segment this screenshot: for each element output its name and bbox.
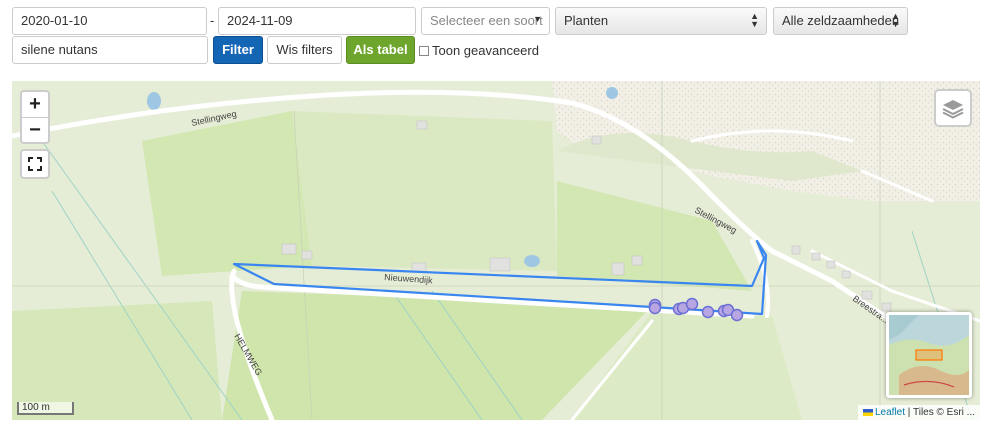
group-select[interactable]: Planten ▲ ▼ [555,7,767,35]
clear-filters-button[interactable]: Wis filters [267,36,342,64]
sort-arrows-icon: ▲ ▼ [750,11,759,29]
minimap-tiles [889,315,969,395]
scale-bar: 100 m [17,402,74,415]
minimap[interactable] [886,312,972,398]
map-attribution: Leaflet | Tiles © Esri ... [857,405,980,420]
advanced-toggle[interactable]: Toon geavanceerd [419,43,539,58]
advanced-label: Toon geavanceerd [432,43,539,58]
layers-button[interactable] [934,89,972,127]
table-view-button[interactable]: Als tabel [346,36,415,64]
date-to-input[interactable]: 2024-11-09 [218,7,416,35]
observation-marker[interactable] [730,308,744,322]
map-tiles: Stellingweg Stellingweg Nieuwendijk HELM… [12,81,980,420]
observation-marker[interactable] [648,301,662,315]
fullscreen-button[interactable] [20,149,50,179]
zoom-in-button[interactable]: + [22,92,48,117]
rarity-select-value: Alle zeldzaamheden [782,13,900,28]
advanced-checkbox[interactable] [419,45,429,56]
leaflet-link[interactable]: Leaflet [875,407,905,418]
species-select-placeholder: Selecteer een soort [430,13,543,28]
zoom-control: + − [20,90,50,144]
observation-marker[interactable] [701,305,715,319]
group-select-value: Planten [564,13,609,28]
observation-marker[interactable] [685,297,699,311]
tiles-attribution: | Tiles © Esri ... [907,407,975,418]
date-separator: - [210,13,215,28]
date-from-input[interactable]: 2020-01-10 [12,7,207,35]
species-select[interactable]: Selecteer een soort ▼ [421,7,550,35]
layers-icon [942,100,964,119]
filter-button[interactable]: Filter [213,36,263,64]
zoom-out-button[interactable]: − [22,117,48,142]
ukraine-flag-icon [862,409,873,416]
map-view[interactable]: Stellingweg Stellingweg Nieuwendijk HELM… [12,81,980,420]
fullscreen-icon [28,157,42,171]
sort-arrows-icon: ▲ ▼ [891,11,900,29]
search-input[interactable]: silene nutans [12,36,208,64]
rarity-select[interactable]: Alle zeldzaamheden ▲ ▼ [773,7,908,35]
chevron-down-icon: ▼ [533,14,542,24]
